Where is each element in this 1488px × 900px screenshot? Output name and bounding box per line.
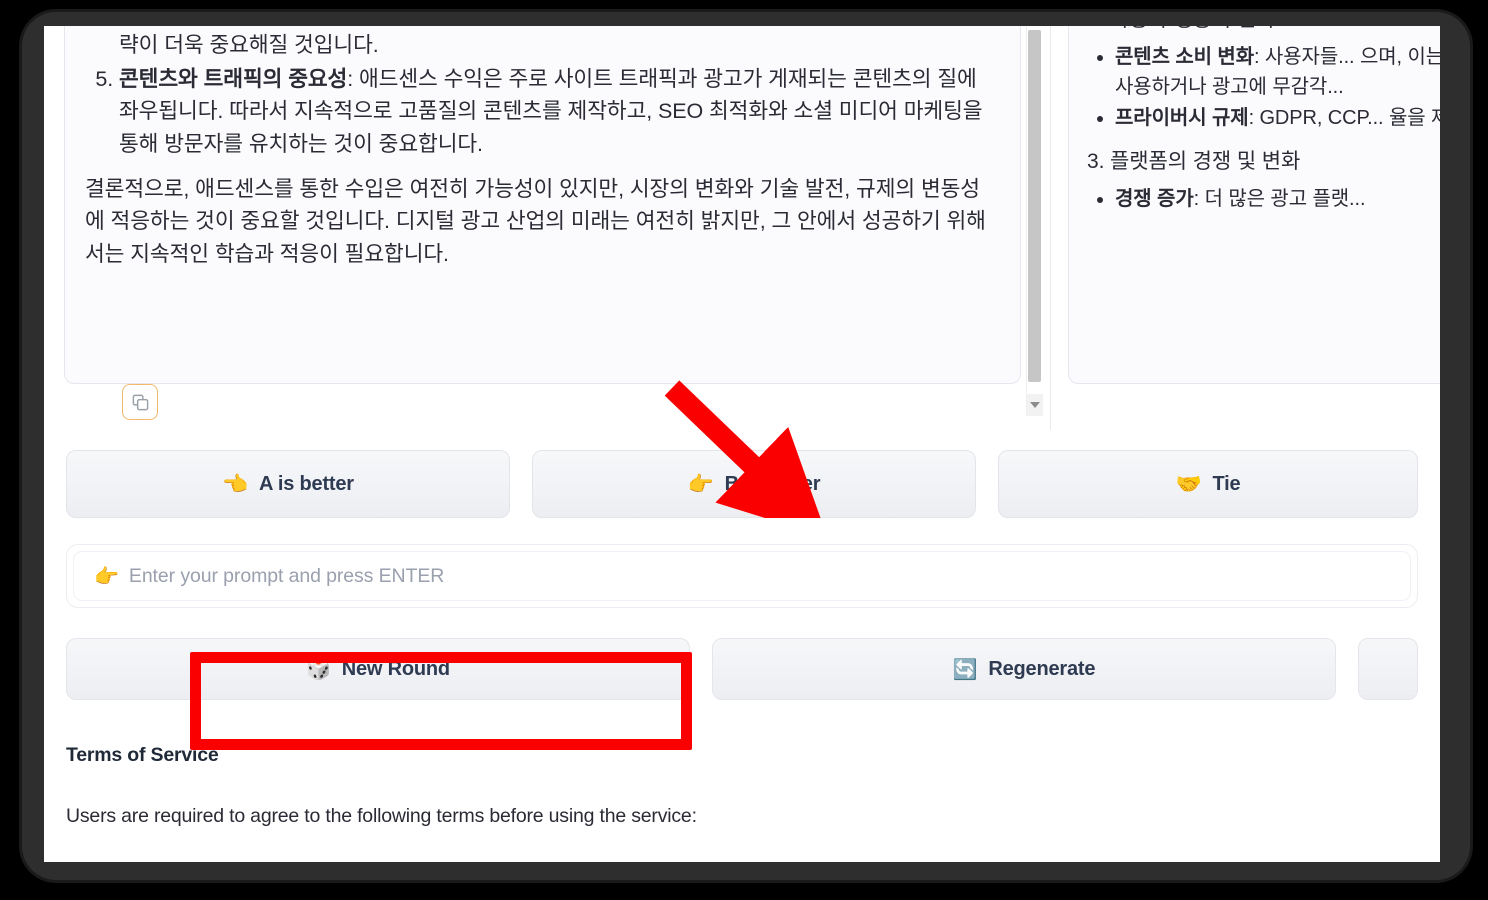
new-round-label: New Round (341, 657, 450, 680)
chevron-down-icon (1030, 402, 1040, 408)
copy-button[interactable] (122, 384, 158, 420)
backhand-index-pointing-right-icon: 👉 (94, 565, 119, 588)
list-item: 경쟁 증가: 더 많은 광고 플랫... (1115, 184, 1440, 214)
backhand-index-pointing-left-icon: 👈 (222, 472, 249, 496)
response-pane-a: 호 규정)은 사용자의 동의 없이 데이터를 수집하거나 사용하는 것을 제한합… (44, 26, 1052, 430)
prompt-input[interactable]: 👉 Enter your prompt and press ENTER (73, 551, 1411, 601)
list-item-term: 콘텐츠 소비 변화 (1115, 45, 1255, 68)
response-a-scrollbar[interactable] (1026, 26, 1043, 416)
response-b-markdown: 고, 비디오 광고, 소셜 미디어를 포함한 온라인 광고 플랫폼에 ... 기… (1069, 26, 1440, 236)
copy-icon (131, 393, 150, 412)
counterclockwise-arrows-icon: 🔄 (952, 658, 978, 681)
response-b-heading-2: 2. 사용자 행동의 변화 (1087, 26, 1440, 36)
list-item-term: 프라이버시 규제 (1115, 107, 1249, 130)
new-round-button[interactable]: 🎲 New Round (66, 638, 690, 700)
vote-b-is-better-button[interactable]: 👉 B is better (532, 450, 976, 518)
list-item-term: 경쟁 증가 (1115, 187, 1194, 210)
vote-button-row: 👈 A is better 👉 B is better 🤝 Tie (44, 436, 1440, 532)
scrollbar-down-arrow-button[interactable] (1027, 394, 1043, 416)
pane-divider (1050, 26, 1051, 430)
backhand-index-pointing-right-icon: 👉 (687, 472, 714, 496)
vote-b-label: B is better (724, 472, 821, 495)
clear-history-button[interactable] (1358, 638, 1418, 700)
vote-tie-button[interactable]: 🤝 Tie (998, 450, 1418, 518)
vote-tie-label: Tie (1212, 472, 1241, 495)
prompt-shell: 👉 Enter your prompt and press ENTER (66, 544, 1418, 608)
response-a-markdown: 호 규정)은 사용자의 동의 없이 데이터를 수집하거나 사용하는 것을 제한합… (65, 26, 1020, 295)
list-item: 콘텐츠와 트래픽의 중요성: 애드센스 수익은 주로 사이트 트래픽과 광고가 … (119, 63, 996, 161)
terms-of-service-intro: Users are required to agree to the follo… (66, 805, 697, 827)
list-item: 프라이버시 규제: GDPR, CCP... 율을 제한할 수 있으며, 이는 … (1115, 103, 1440, 133)
terms-of-service-title: Terms of Service (66, 744, 219, 766)
regenerate-label: Regenerate (988, 657, 1096, 680)
regenerate-button[interactable]: 🔄 Regenerate (712, 638, 1336, 700)
action-button-row: 🎲 New Round 🔄 Regenerate (44, 620, 1440, 718)
list-item-text: : GDPR, CCP... 율을 제한할 수 있으며, 이는 ... (1248, 107, 1440, 130)
vote-a-is-better-button[interactable]: 👈 A is better (66, 450, 510, 518)
response-a-scroll-container[interactable]: 호 규정)은 사용자의 동의 없이 데이터를 수집하거나 사용하는 것을 제한합… (64, 26, 1021, 384)
app-screen: 호 규정)은 사용자의 동의 없이 데이터를 수집하거나 사용하는 것을 제한합… (44, 26, 1440, 862)
list-item: 콘텐츠 소비 변화: 사용자들... 으며, 이는 광고 노출 기회의 ... … (1115, 42, 1440, 103)
vote-a-label: A is better (259, 472, 354, 495)
handshake-icon: 🤝 (1175, 472, 1202, 496)
prompt-placeholder: Enter your prompt and press ENTER (128, 564, 445, 587)
list-item-text: : 더 많은 광고 플랫... (1193, 187, 1366, 210)
prompt-row: 👉 Enter your prompt and press ENTER (44, 532, 1440, 620)
list-item-text: : 디지털 광고 플랫폼이 점점 더 많아지고 있으며, 기존의 플랫폼들과의 … (119, 33, 379, 58)
device-bezel: 호 규정)은 사용자의 동의 없이 데이터를 수집하거나 사용하는 것을 제한합… (22, 12, 1470, 880)
list-item-term: 콘텐츠와 트래픽의 중요성 (119, 66, 348, 91)
response-b-list-3: 경쟁 증가: 더 많은 광고 플랫... (1087, 184, 1440, 214)
response-pane-b: 고, 비디오 광고, 소셜 미디어를 포함한 온라인 광고 플랫폼에 ... 기… (1052, 26, 1440, 430)
response-a-ordered-list: 시장 경쟁: 디지털 광고 플랫폼이 점점 더 많아지고 있으며, 기존의 플랫… (85, 26, 996, 161)
response-a-conclusion: 결론적으로, 애드센스를 통한 수입은 여전히 가능성이 있지만, 시장의 변화… (85, 176, 986, 267)
response-b-scroll-container[interactable]: 고, 비디오 광고, 소셜 미디어를 포함한 온라인 광고 플랫폼에 ... 기… (1068, 26, 1440, 384)
response-b-list-2: 콘텐츠 소비 변화: 사용자들... 으며, 이는 광고 노출 기회의 ... … (1087, 42, 1440, 134)
game-die-icon: 🎲 (306, 658, 331, 681)
scrollbar-thumb[interactable] (1028, 30, 1041, 382)
response-b-heading-3: 3. 플랫폼의 경쟁 및 변화 (1087, 149, 1301, 173)
responses-area: 호 규정)은 사용자의 동의 없이 데이터를 수집하거나 사용하는 것을 제한합… (44, 26, 1440, 430)
scrollbar-track[interactable] (1027, 26, 1043, 394)
terms-of-service-section: Terms of Service Users are required to a… (44, 726, 1440, 828)
list-item: 시장 경쟁: 디지털 광고 플랫폼이 점점 더 많아지고 있으며, 기존의 플랫… (119, 26, 996, 62)
